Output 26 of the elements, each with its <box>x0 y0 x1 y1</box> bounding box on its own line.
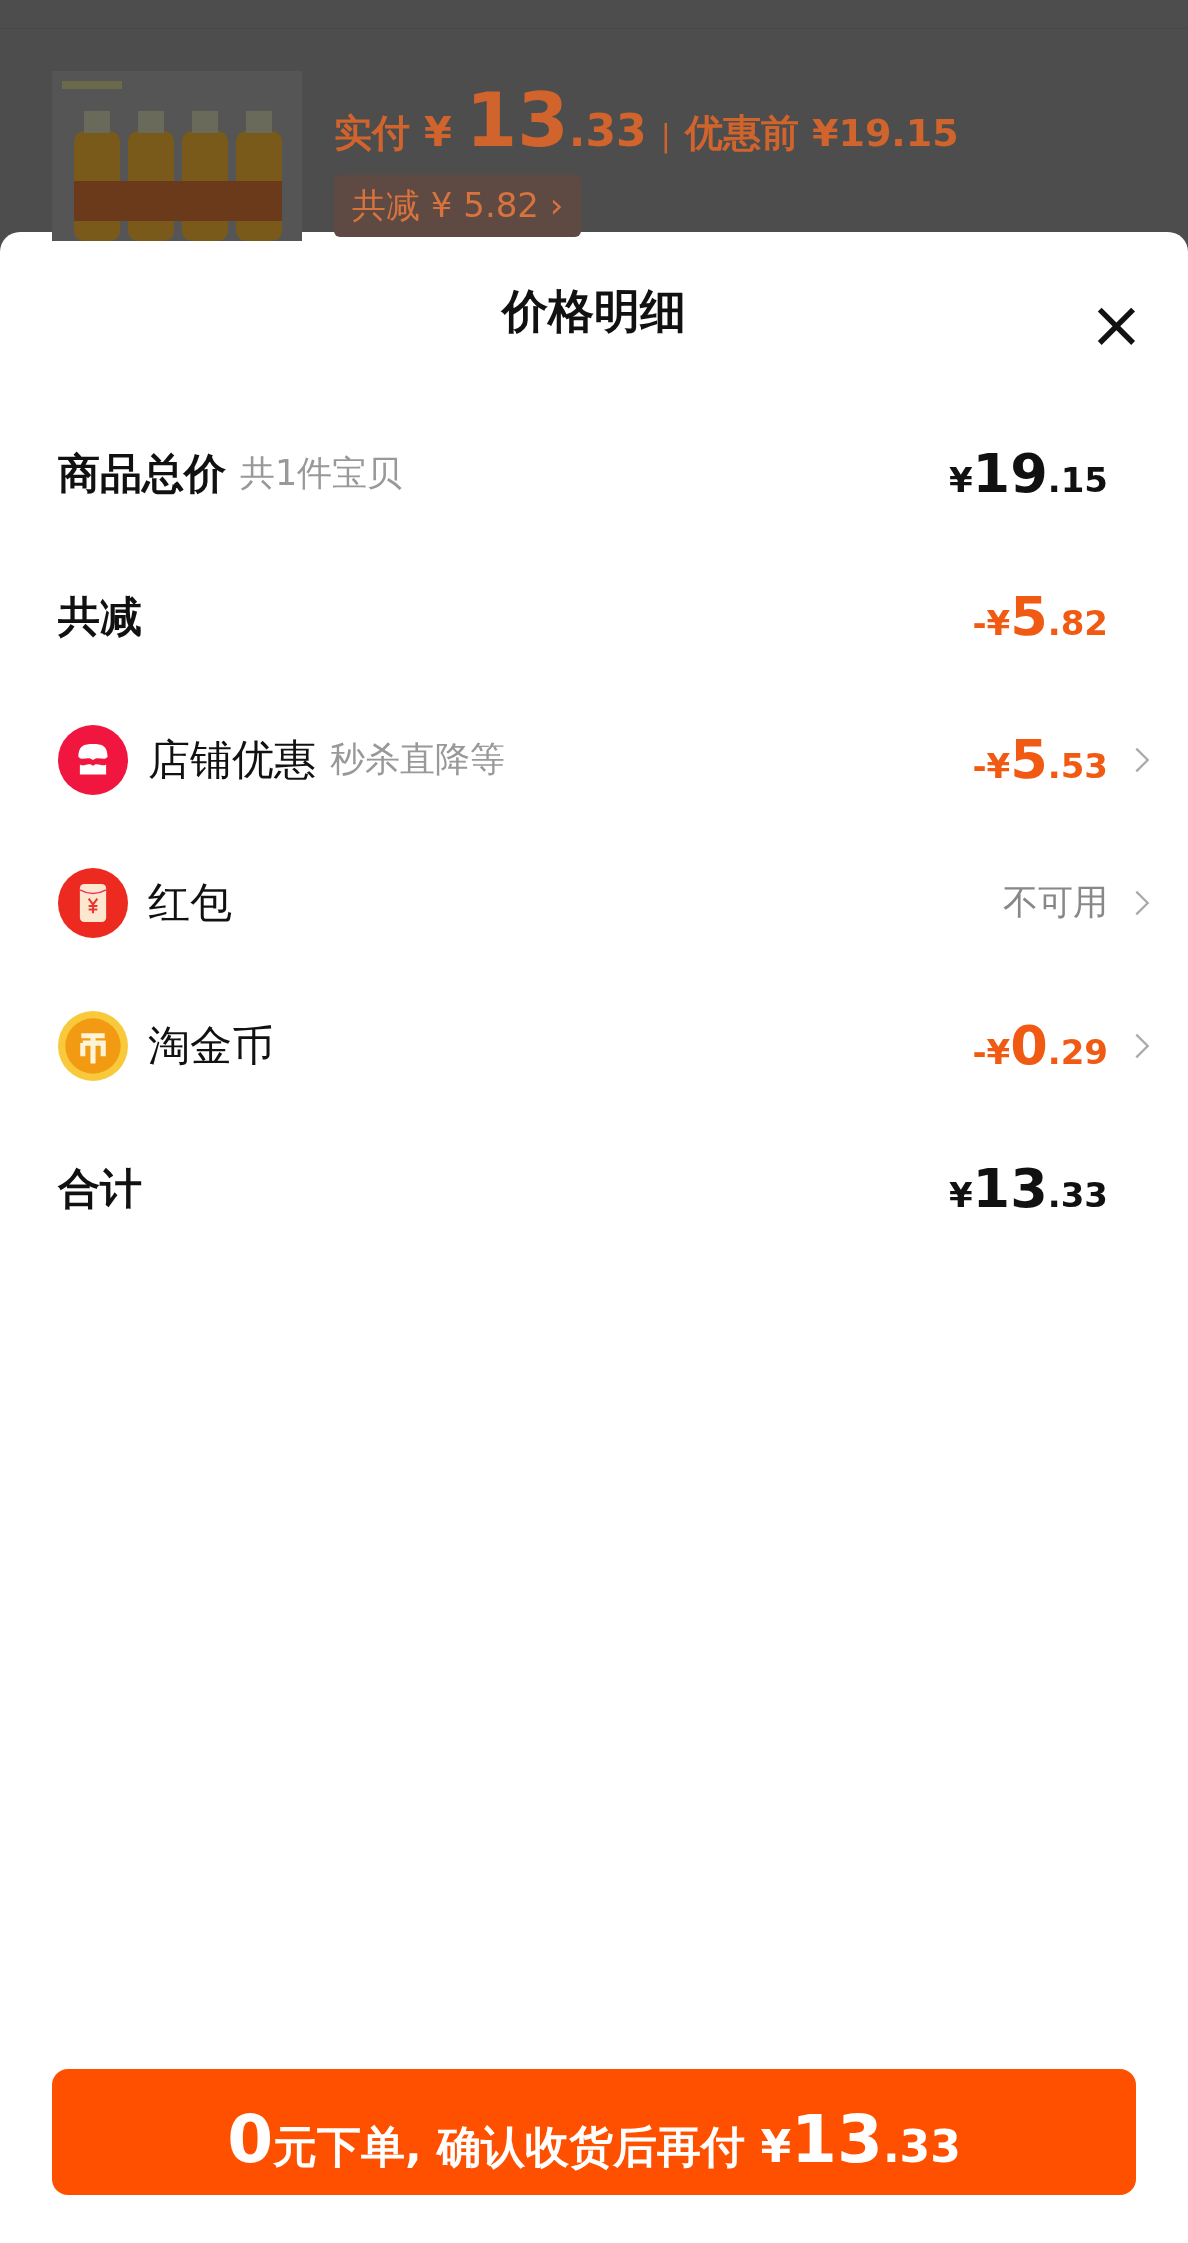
paid-amount: ¥ 13.33 <box>424 77 647 163</box>
amount: ¥19.15 <box>948 442 1108 505</box>
row-label: 淘金币 <box>148 1019 274 1072</box>
status-text: 不可用 <box>1003 881 1108 924</box>
amount: -¥0.29 <box>972 1014 1108 1077</box>
row-note: 秒杀直降等 <box>330 738 505 781</box>
original-price: 优惠前 ¥19.15 <box>684 110 959 157</box>
row-label: 红包 <box>148 876 232 929</box>
envelope-icon <box>58 867 128 938</box>
price-row[interactable]: 红包 不可用 <box>0 831 1188 974</box>
price-row[interactable]: 店铺优惠 秒杀直降等 -¥5.53 <box>0 688 1188 831</box>
amount: ¥13.33 <box>948 1157 1108 1220</box>
amount: -¥5.53 <box>972 728 1108 791</box>
sheet-title: 价格明细 <box>502 283 686 340</box>
row-label: 共减 <box>58 590 142 643</box>
price-row[interactable]: 淘金币 -¥0.29 <box>0 974 1188 1117</box>
row-label: 合计 <box>58 1162 142 1215</box>
row-note: 共1件宝贝 <box>240 452 403 495</box>
shop-icon <box>58 724 128 795</box>
coin-icon <box>58 1010 128 1081</box>
close-button[interactable]: × <box>1080 292 1152 358</box>
paid-label: 实付 <box>334 110 410 157</box>
divider-mark: | <box>660 118 671 153</box>
row-label: 店铺优惠 <box>148 733 316 786</box>
amount: -¥5.82 <box>972 585 1108 648</box>
row-label: 商品总价 <box>58 447 226 500</box>
